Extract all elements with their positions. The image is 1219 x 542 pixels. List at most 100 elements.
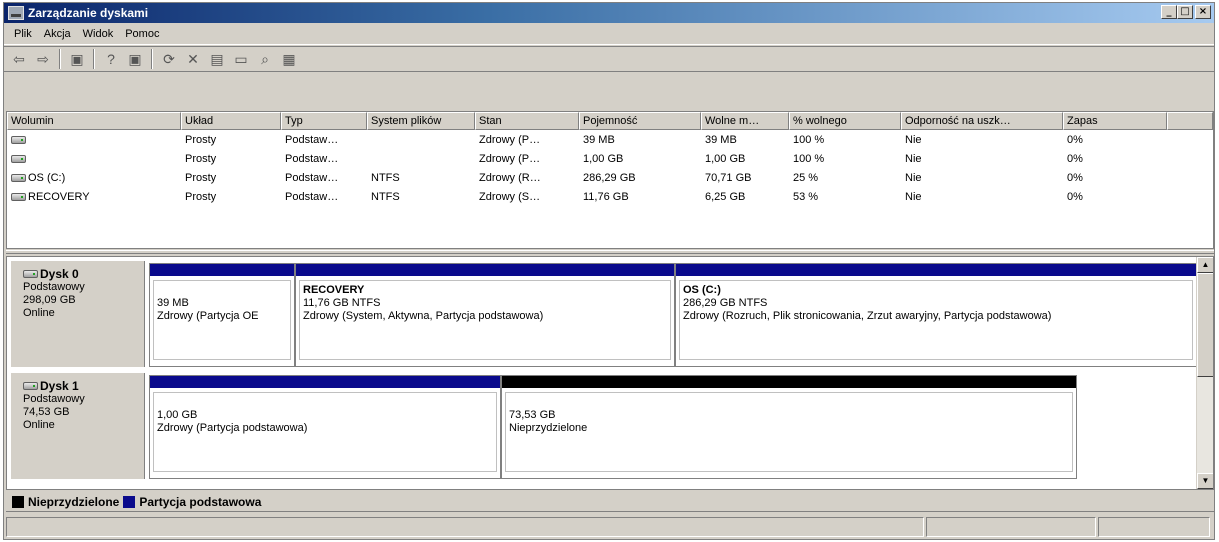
column-header[interactable]: Pojemność — [579, 112, 701, 130]
disk-name-text: Dysk 0 — [40, 267, 79, 281]
partition-color-bar — [502, 376, 1076, 388]
table-row[interactable]: RECOVERY Prosty Podstaw… NTFS Zdrowy (S… 11,7… — [7, 187, 1213, 206]
partition[interactable]: RECOVERY 11,76 GB NTFS Zdrowy (System, Akt… — [295, 263, 675, 367]
volume-list[interactable]: Wolumin Układ Typ System plików Stan Pojemnoś… — [6, 111, 1214, 249]
volume-icon — [11, 173, 26, 182]
pane-splitter[interactable] — [6, 250, 1214, 254]
partition-body: 39 MB Zdrowy (Partycja OE — [153, 280, 291, 360]
title-bar[interactable]: Zarządzanie dyskami _ □ × — [4, 3, 1214, 23]
table-cell — [7, 135, 181, 144]
disk-row: Dysk 0 Podstawowy 298,09 GB Online 39 MB Zdr… — [7, 257, 1197, 367]
maximize-button[interactable]: □ — [1177, 5, 1193, 19]
column-header[interactable]: Typ — [281, 112, 367, 130]
status-panel-3 — [1098, 517, 1210, 537]
legend-label: Partycja podstawowa — [139, 494, 262, 509]
partition[interactable]: OS (C:) 286,29 GB NTFS Zdrowy (Rozruch, Pl… — [675, 263, 1197, 367]
partition-name: OS (C:) — [683, 284, 721, 296]
table-cell: OS (C:) — [7, 172, 181, 184]
partition-color-bar — [150, 376, 500, 388]
disk-row: Dysk 1 Podstawowy 74,53 GB Online 1,00 GB Zd… — [7, 369, 1197, 479]
disk-status: Online — [23, 307, 55, 319]
column-header[interactable]: Wolumin — [7, 112, 181, 130]
partition-color-bar — [676, 264, 1196, 276]
volume-name: RECOVERY — [28, 190, 90, 203]
column-header[interactable]: System plików — [367, 112, 475, 130]
forward-icon[interactable]: ⇨ — [32, 49, 54, 69]
partition-status: Zdrowy (System, Aktywna, Partycja podsta… — [303, 310, 544, 322]
table-cell: 39 MB — [583, 133, 615, 146]
table-cell: 25 % — [793, 171, 819, 184]
column-header[interactable]: Stan — [475, 112, 579, 130]
table-cell: Prosty — [185, 190, 217, 203]
table-cell: 100 % — [793, 133, 825, 146]
status-bar — [6, 517, 1214, 539]
partition-color-bar — [296, 264, 674, 276]
toolbar-separator — [151, 49, 153, 69]
partition-size: 286,29 GB NTFS — [683, 297, 768, 309]
table-row[interactable]: Prosty Podstaw… Zdrowy (P… 39 MB 39 MB 100 % N… — [7, 130, 1213, 149]
table-row[interactable]: Prosty Podstaw… Zdrowy (P… 1,00 GB 1,00 GB 10… — [7, 149, 1213, 168]
table-cell: Nie — [905, 171, 922, 184]
menu-akcja[interactable]: Akcja — [38, 28, 77, 40]
console-tree-icon[interactable]: ▣ — [66, 49, 88, 69]
disk-name: Dysk 1 — [23, 379, 140, 393]
legend-swatch — [123, 495, 136, 508]
column-header[interactable]: Zapas — [1063, 112, 1167, 130]
column-header[interactable]: Układ — [181, 112, 281, 130]
table-cell: 1,00 GB — [583, 152, 624, 165]
scroll-down-icon[interactable]: ▼ — [1197, 473, 1213, 489]
table-cell: Zdrowy (P… — [479, 133, 541, 146]
column-header[interactable]: Odporność na uszk… — [901, 112, 1063, 130]
partition-body: 73,53 GB Nieprzydzielone — [505, 392, 1073, 472]
disk-label[interactable]: Dysk 0 Podstawowy 298,09 GB Online — [11, 261, 145, 367]
close-button[interactable]: × — [1195, 5, 1211, 19]
partition[interactable]: 39 MB Zdrowy (Partycja OE — [149, 263, 295, 367]
action-pane-icon[interactable]: ▣ — [124, 49, 146, 69]
table-cell: Prosty — [185, 171, 217, 184]
partition-color-bar — [150, 264, 294, 276]
toolbar-separator — [59, 49, 61, 69]
disk-label[interactable]: Dysk 1 Podstawowy 74,53 GB Online — [11, 373, 145, 479]
table-cell: Nie — [905, 152, 922, 165]
refresh-icon[interactable]: ⟳ — [158, 49, 180, 69]
disk-management-icon — [8, 6, 24, 20]
partition-size: 73,53 GB — [509, 409, 556, 421]
column-header[interactable]: % wolnego — [789, 112, 901, 130]
menu-pomoc[interactable]: Pomoc — [119, 28, 165, 40]
column-header[interactable]: Wolne m… — [701, 112, 789, 130]
back-icon[interactable]: ⇦ — [8, 49, 30, 69]
minimize-button[interactable]: _ — [1161, 5, 1177, 19]
partition[interactable]: 1,00 GB Zdrowy (Partycja podstawowa) — [149, 375, 501, 479]
disk-type: Podstawowy — [23, 393, 85, 405]
unallocated-space[interactable]: 73,53 GB Nieprzydzielone — [501, 375, 1077, 479]
menu-plik[interactable]: Plik — [8, 28, 38, 40]
search-icon[interactable]: ⌕ — [254, 49, 276, 69]
table-cell: 0% — [1067, 152, 1083, 165]
volume-icon — [11, 135, 26, 144]
table-cell — [7, 154, 181, 163]
table-cell: Podstaw… — [285, 171, 339, 184]
help-icon[interactable]: ? — [100, 49, 122, 69]
table-cell: 0% — [1067, 133, 1083, 146]
volume-list-body: Prosty Podstaw… Zdrowy (P… 39 MB 39 MB 100 % N… — [7, 130, 1213, 206]
disk-size: 298,09 GB — [23, 294, 76, 306]
properties-icon[interactable]: ▤ — [206, 49, 228, 69]
open-icon[interactable]: ▭ — [230, 49, 252, 69]
legend-label: Nieprzydzielone — [28, 494, 120, 509]
table-cell: 1,00 GB — [705, 152, 746, 165]
table-row[interactable]: OS (C:) Prosty Podstaw… NTFS Zdrowy (R… 286,2… — [7, 168, 1213, 187]
table-cell: 53 % — [793, 190, 819, 203]
column-header[interactable] — [1167, 112, 1213, 130]
volume-icon — [11, 192, 26, 201]
settings-icon[interactable]: ▦ — [278, 49, 300, 69]
toolbar: ⇦ ⇨ ▣? ▣ ⟳ ✕ ▤ ▭ ⌕ ▦ — [4, 46, 1214, 72]
scroll-up-icon[interactable]: ▲ — [1197, 257, 1213, 273]
partition-body: RECOVERY 11,76 GB NTFS Zdrowy (System, Akt… — [299, 280, 671, 360]
partition-status: Zdrowy (Partycja podstawowa) — [157, 422, 308, 434]
vertical-scrollbar[interactable]: ▲ ▼ — [1196, 257, 1213, 489]
scroll-thumb[interactable] — [1197, 273, 1213, 377]
delete-icon[interactable]: ✕ — [182, 49, 204, 69]
table-cell: Zdrowy (P… — [479, 152, 541, 165]
table-cell: 100 % — [793, 152, 825, 165]
menu-widok[interactable]: Widok — [77, 28, 120, 40]
